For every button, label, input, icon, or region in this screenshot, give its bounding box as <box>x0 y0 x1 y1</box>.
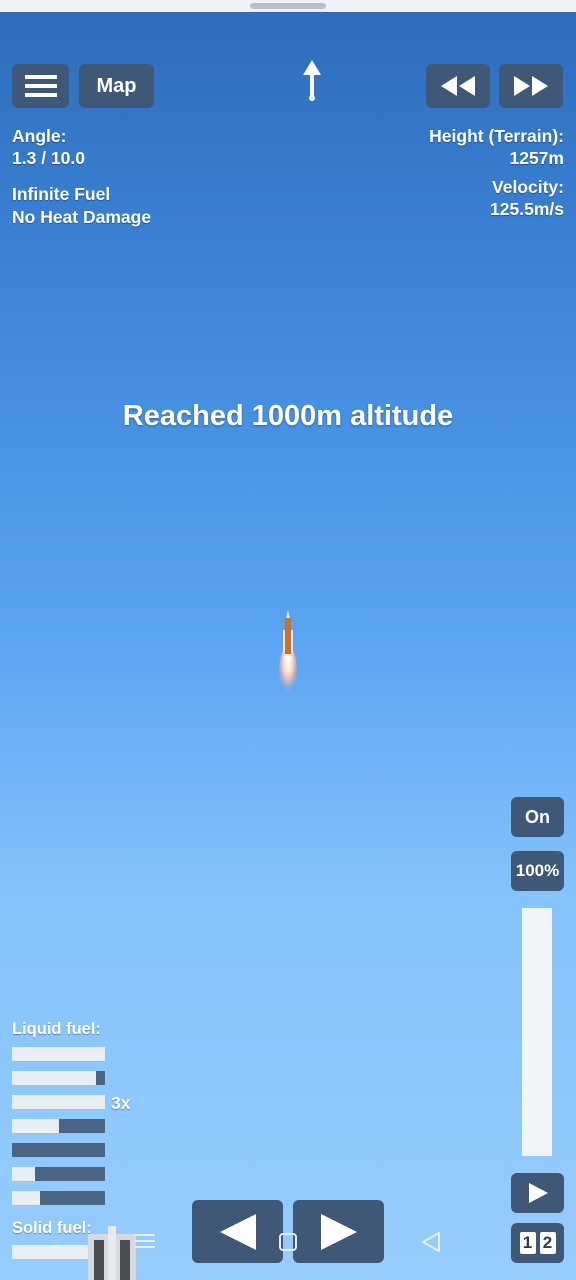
left-triangle-icon <box>219 1213 256 1250</box>
velocity-label: Velocity: <box>492 177 564 197</box>
liquid-fuel-bar <box>12 1071 105 1085</box>
rotate-left-button[interactable] <box>192 1200 283 1263</box>
liquid-fuel-bar-fill <box>12 1095 105 1109</box>
angle-value: 1.3 / 10.0 <box>12 148 85 168</box>
play-icon <box>528 1183 548 1203</box>
altitude-message: Reached 1000m altitude <box>122 400 454 432</box>
height-value: 1257m <box>509 148 565 168</box>
fast-forward-button[interactable] <box>499 64 563 108</box>
rotate-right-button[interactable] <box>293 1200 384 1263</box>
liquid-fuel-bar-fill <box>12 1191 40 1205</box>
liquid-fuel-bar <box>12 1047 105 1061</box>
drag-handle[interactable] <box>250 3 326 9</box>
height-label: Height (Terrain): <box>429 126 564 146</box>
fuel-multiplier-label: 3x <box>111 1093 131 1113</box>
liquid-fuel-bar-fill <box>12 1047 105 1061</box>
system-status-bar <box>0 0 576 12</box>
no-heat-damage-label: No Heat Damage <box>12 207 152 227</box>
map-button-label: Map <box>96 74 137 97</box>
engine-toggle-label: On <box>525 806 550 827</box>
rewind-icon <box>441 76 475 96</box>
menu-button[interactable] <box>12 64 69 108</box>
stage-number-2: 2 <box>539 1232 556 1254</box>
throttle-percent-button[interactable]: 100% <box>511 851 564 891</box>
liquid-fuel-bar <box>12 1143 105 1157</box>
liquid-fuel-bar <box>12 1095 105 1109</box>
engine-toggle-button[interactable]: On <box>511 797 564 837</box>
hamburger-icon <box>24 75 57 97</box>
throttle-slider[interactable] <box>522 908 552 1156</box>
up-arrow-icon <box>303 60 321 101</box>
liquid-fuel-bar <box>12 1119 105 1133</box>
rewind-button[interactable] <box>426 64 490 108</box>
liquid-fuel-bar-fill <box>12 1119 59 1133</box>
map-button[interactable]: Map <box>79 64 154 108</box>
recent-apps-icon[interactable] <box>134 1232 156 1250</box>
solid-fuel-label: Solid fuel: <box>12 1219 92 1237</box>
stage-number-1: 1 <box>519 1232 536 1254</box>
stage-selector-button[interactable]: 1 2 <box>511 1223 564 1263</box>
throttle-percent-label: 100% <box>515 861 560 880</box>
liquid-fuel-bar-fill <box>12 1071 96 1085</box>
liquid-fuel-label: Liquid fuel: <box>12 1020 101 1038</box>
liquid-fuel-bar-fill <box>12 1167 35 1181</box>
liquid-fuel-bar <box>12 1167 105 1181</box>
home-icon[interactable] <box>278 1232 298 1252</box>
angle-label: Angle: <box>12 126 67 146</box>
rocket-icon <box>279 610 297 694</box>
back-icon[interactable] <box>420 1231 442 1253</box>
right-triangle-icon <box>320 1213 357 1250</box>
velocity-value: 125.5m/s <box>490 199 564 219</box>
fast-forward-icon <box>514 76 548 96</box>
infinite-fuel-label: Infinite Fuel <box>12 184 111 204</box>
liquid-fuel-bar <box>12 1191 105 1205</box>
launch-tower-icon <box>88 1226 136 1280</box>
stage-play-button[interactable] <box>511 1173 564 1213</box>
